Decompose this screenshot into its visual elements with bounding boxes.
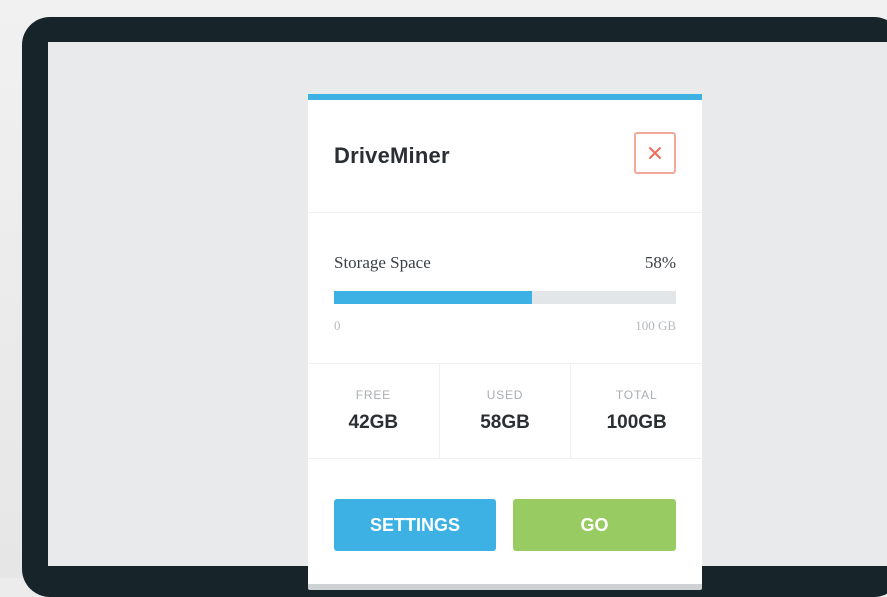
stat-label: USED <box>486 388 524 402</box>
storage-section: Storage Space 58% 0 100 GB <box>308 213 702 364</box>
settings-button[interactable]: SETTINGS <box>334 499 496 551</box>
stat-used: USED 58GB <box>440 364 572 458</box>
close-icon <box>649 147 661 159</box>
stat-total: TOTAL 100GB <box>571 364 702 458</box>
storage-progress-fill <box>334 291 533 304</box>
go-button[interactable]: GO <box>513 499 676 551</box>
storage-stats: FREE 42GB USED 58GB TOTAL 100GB <box>308 364 702 459</box>
storage-range-min: 0 <box>334 318 341 333</box>
stat-value: 100GB <box>606 412 667 433</box>
close-button[interactable] <box>634 132 676 174</box>
stat-value: 58GB <box>480 412 530 433</box>
widget-header: DriveMiner <box>308 100 702 213</box>
widget-actions: SETTINGS GO <box>308 459 702 579</box>
storage-percent: 58% <box>644 253 676 272</box>
stat-free: FREE 42GB <box>308 364 440 458</box>
monitor-screen: DriveMiner Storage Space 58% 0 100 GB FR… <box>48 42 887 590</box>
stat-value: 42GB <box>348 412 399 433</box>
storage-label: Storage Space <box>334 253 431 272</box>
stat-label: TOTAL <box>615 388 658 402</box>
app-title: DriveMiner <box>334 143 450 168</box>
driveminer-widget: DriveMiner Storage Space 58% 0 100 GB FR… <box>308 94 702 584</box>
storage-range-max: 100 GB <box>635 318 676 333</box>
storage-progress-bar <box>334 291 676 304</box>
stat-label: FREE <box>355 388 391 402</box>
